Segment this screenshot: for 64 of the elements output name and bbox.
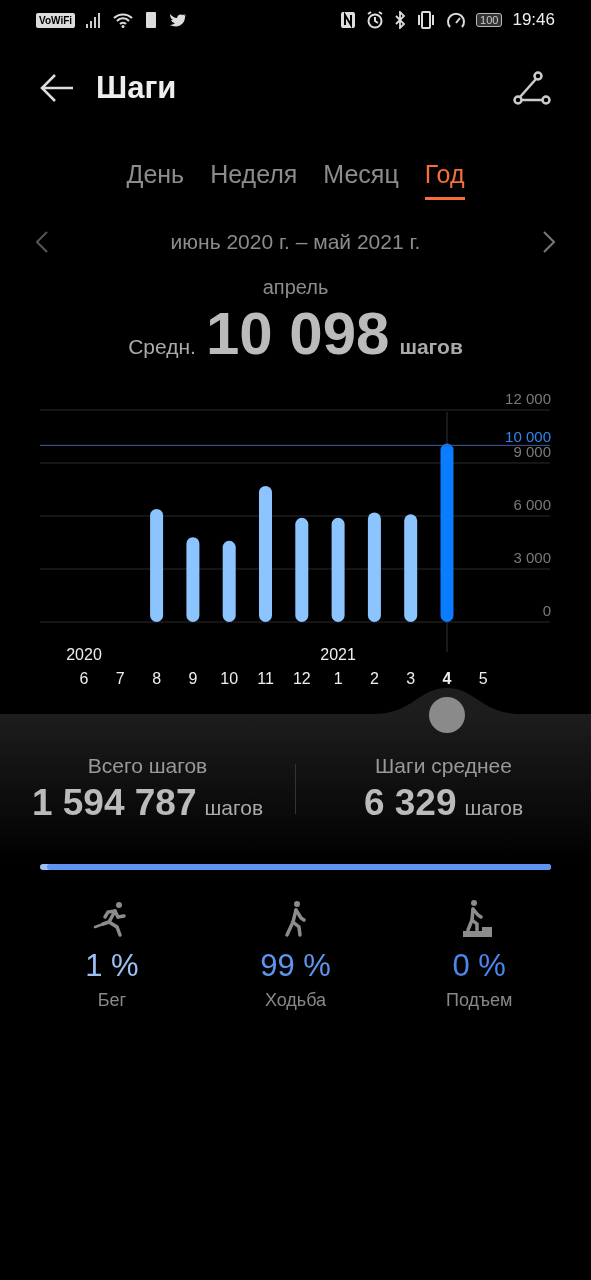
period-tab[interactable]: Неделя <box>210 156 298 200</box>
month-label[interactable]: 5 <box>478 670 488 687</box>
nfc-icon <box>340 11 357 29</box>
battery-indicator: 100 <box>476 13 503 27</box>
axis-label: 3 000 <box>513 549 551 566</box>
bluetooth-icon <box>394 11 407 29</box>
unit-label: шагов <box>399 335 463 359</box>
bar[interactable] <box>331 517 345 622</box>
month-label[interactable]: 10 <box>220 670 239 687</box>
axis-label: 0 <box>542 602 551 619</box>
activity-percent: 99 % <box>260 948 331 984</box>
next-icon[interactable] <box>543 231 555 253</box>
year-label: 2021 <box>320 646 356 663</box>
period-tab[interactable]: Год <box>424 156 465 200</box>
average-value: 10 098 <box>205 299 390 368</box>
activity-label: Ходьба <box>264 990 327 1011</box>
previous-icon[interactable] <box>36 231 48 253</box>
selected-month: апрель <box>261 276 330 299</box>
goal-label: 10 000 <box>505 428 551 446</box>
bar[interactable] <box>186 537 200 622</box>
month-label[interactable]: 3 <box>406 670 416 687</box>
stat-label: Всего шагов <box>87 754 208 778</box>
axis-label: 6 000 <box>513 496 551 513</box>
average-label: Средн. <box>128 335 196 359</box>
month-label[interactable]: 6 <box>79 670 89 687</box>
bird-icon <box>169 12 188 28</box>
gauge-icon <box>446 11 467 29</box>
period-tab[interactable]: День <box>126 156 185 200</box>
month-label[interactable]: 1 <box>333 670 343 687</box>
clock: 19:46 <box>512 10 555 30</box>
vibrate-icon <box>416 11 437 29</box>
bar[interactable] <box>295 517 309 622</box>
month-label[interactable]: 12 <box>292 670 311 687</box>
stat-value: 6 329 <box>363 782 457 824</box>
year-label: 2020 <box>66 646 102 663</box>
period-tab[interactable]: Месяц <box>323 156 399 200</box>
share-icon[interactable] <box>513 71 551 105</box>
activity-percent: 1 % <box>85 948 139 984</box>
bar[interactable] <box>259 485 272 622</box>
month-label[interactable]: 9 <box>188 670 198 687</box>
date-range: июнь 2020 г. – май 2021 г. <box>170 230 421 254</box>
stat-value: 1 594 787 <box>31 782 197 824</box>
activity-label: Подъем <box>446 990 513 1011</box>
month-label[interactable]: 8 <box>152 670 162 687</box>
bar[interactable] <box>222 540 236 622</box>
page-title: Шаги <box>96 70 178 106</box>
bar[interactable] <box>150 508 164 622</box>
axis-label: 9 000 <box>513 443 551 460</box>
unit-label: шагов <box>464 796 524 820</box>
activity-percent: 0 % <box>452 948 506 984</box>
month-label[interactable]: 4 <box>442 670 452 687</box>
unit-label: шагов <box>204 796 264 820</box>
bar[interactable] <box>367 512 381 622</box>
alarm-icon <box>366 11 385 29</box>
stat-label: Шаги среднее <box>375 754 512 778</box>
month-label[interactable]: 2 <box>369 670 379 687</box>
wifi-icon <box>113 12 134 28</box>
activity-label: Бег <box>97 990 127 1011</box>
vowifi-badge: VoWiFi <box>36 12 76 28</box>
month-label[interactable]: 7 <box>115 670 125 687</box>
bar[interactable] <box>404 514 418 622</box>
axis-label: 12 000 <box>505 390 551 407</box>
back-arrow-icon[interactable] <box>40 73 74 103</box>
month-label[interactable]: 11 <box>257 670 274 687</box>
